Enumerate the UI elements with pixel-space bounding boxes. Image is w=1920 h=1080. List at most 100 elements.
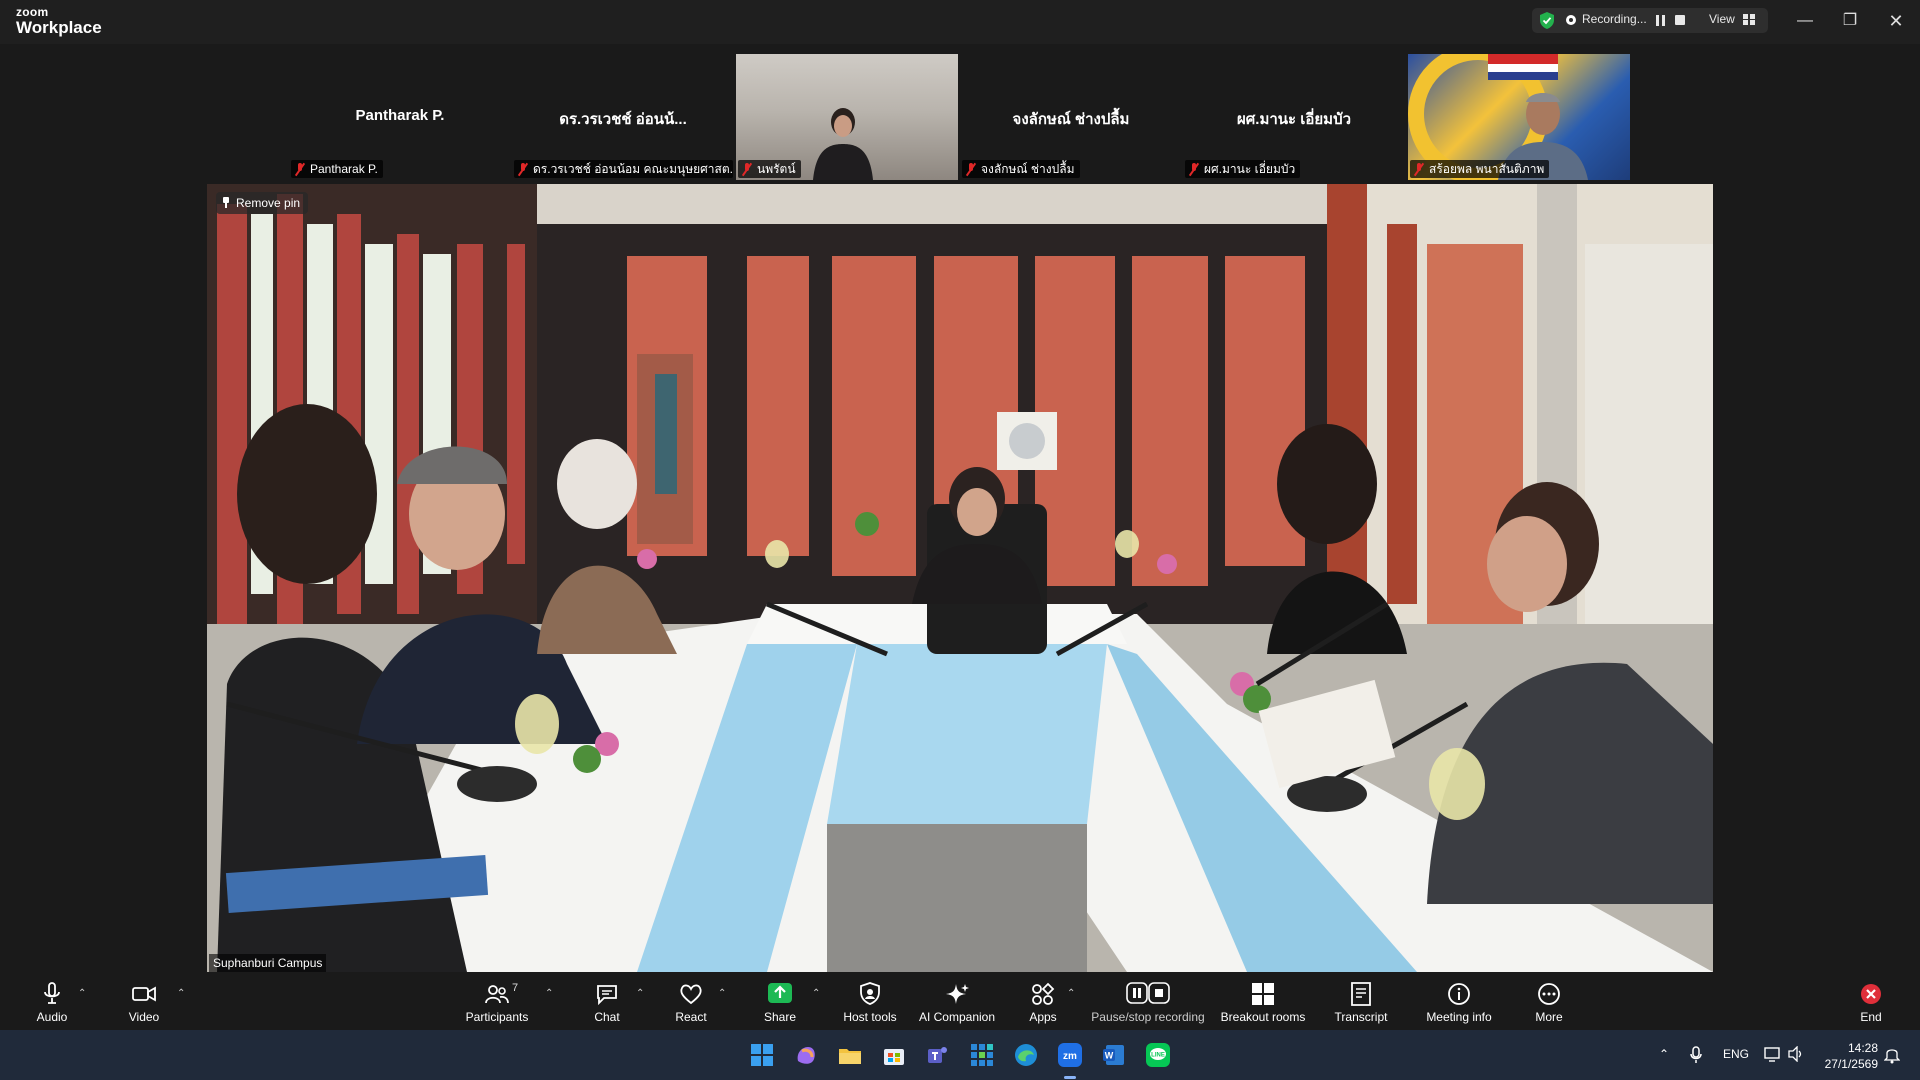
participant-name: ผศ.มานะ เอี่ยมบัว: [1236, 111, 1352, 128]
file-explorer-icon[interactable]: [838, 1043, 862, 1067]
word-icon[interactable]: W: [1102, 1043, 1126, 1067]
video-camera-icon: [132, 986, 156, 1002]
participant-video-tile[interactable]: สร้อยพล พนาสันติภาพ: [1408, 54, 1630, 180]
audio-options-caret-icon[interactable]: ⌃: [78, 988, 86, 999]
logo-top: zoom: [16, 5, 49, 19]
apps-options-caret-icon[interactable]: ⌃: [1067, 988, 1075, 999]
meeting-room-scene: [207, 184, 1713, 972]
speaker-icon[interactable]: [1788, 1046, 1804, 1062]
language-indicator[interactable]: ENG: [1723, 1047, 1749, 1061]
zoom-active-indicator: [1064, 1076, 1076, 1079]
breakout-rooms-label: Breakout rooms: [1220, 1010, 1306, 1024]
react-label: React: [675, 1010, 707, 1024]
view-button[interactable]: View: [1709, 12, 1735, 26]
participants-options-caret-icon[interactable]: ⌃: [545, 988, 553, 999]
end-meeting-button[interactable]: End: [1856, 972, 1886, 1030]
clock-date: 27/1/2569: [1824, 1057, 1878, 1071]
pause-stop-recording-button[interactable]: Pause/stop recording: [1088, 972, 1208, 1030]
zoom-taskbar-icon[interactable]: zm: [1058, 1043, 1082, 1067]
react-options-caret-icon[interactable]: ⌃: [718, 988, 726, 999]
transcript-button[interactable]: Transcript: [1330, 972, 1392, 1030]
remove-pin-button[interactable]: Remove pin: [216, 192, 309, 214]
share-label: Share: [763, 1010, 797, 1024]
participant-tile[interactable]: ดร.วรเวชช์ อ่อนน้... ดร.วรเวชช์ อ่อนน้อม…: [512, 54, 734, 180]
video-options-caret-icon[interactable]: ⌃: [177, 988, 185, 999]
more-button[interactable]: More: [1528, 972, 1570, 1030]
notification-bell-icon[interactable]: [1884, 1046, 1900, 1064]
react-button[interactable]: React: [668, 972, 714, 1030]
chat-button[interactable]: Chat: [585, 972, 629, 1030]
teams-icon[interactable]: [926, 1043, 950, 1067]
meeting-info-label: Meeting info: [1426, 1010, 1492, 1024]
recording-label: Recording...: [1582, 12, 1647, 26]
participant-tag: ผศ.มานะ เอี่ยมบัว: [1185, 160, 1301, 178]
video-button[interactable]: Video: [114, 972, 174, 1030]
end-label: End: [1860, 1010, 1882, 1024]
breakout-rooms-button[interactable]: Breakout rooms: [1218, 972, 1308, 1030]
meeting-info-button[interactable]: Meeting info: [1420, 972, 1498, 1030]
mic-muted-icon: [742, 163, 752, 175]
pause-stop-label: Pause/stop recording: [1091, 1010, 1205, 1024]
participant-tile[interactable]: Pantharak P. Pantharak P.: [289, 54, 511, 180]
pin-icon: [222, 197, 230, 208]
participant-video-tile[interactable]: นพรัตน์: [736, 54, 958, 180]
participant-name: Pantharak P.: [355, 107, 445, 124]
host-tools-label: Host tools: [843, 1010, 897, 1024]
participant-tag: สร้อยพล พนาสันติภาพ: [1410, 160, 1550, 178]
participants-button[interactable]: 7 Participants: [462, 972, 532, 1030]
svg-text:LINE: LINE: [1151, 1053, 1165, 1059]
participant-tile[interactable]: จงลักษณ์ ช่างปลื้ม จงลักษณ์ ช่างปลื้ม: [960, 54, 1182, 180]
pause-recording-icon[interactable]: [1656, 15, 1665, 26]
video-name-tag: Suphanburi Campus: [209, 954, 327, 972]
view-grid-icon[interactable]: [1743, 14, 1755, 25]
tray-chevron-icon[interactable]: ⌃: [1659, 1047, 1669, 1061]
title-bar: zoom Workplace Recording... View — ❐ ✕: [0, 0, 1920, 44]
participant-tag-label: ดร.วรเวชช์ อ่อนน้อม คณะมนุษยศาสต...: [533, 162, 733, 176]
ai-companion-label: AI Companion: [918, 1010, 996, 1024]
svg-text:W: W: [1105, 1051, 1114, 1061]
participant-tag-label: ผศ.มานะ เอี่ยมบัว: [1204, 162, 1296, 176]
microphone-icon: [44, 982, 60, 1004]
pinned-video[interactable]: [207, 184, 1713, 972]
audio-label: Audio: [36, 1010, 68, 1024]
transcript-icon: [1351, 982, 1371, 1006]
microsoft-store-icon[interactable]: [882, 1043, 906, 1067]
encryption-shield-icon[interactable]: [1538, 11, 1556, 30]
minimize-icon[interactable]: —: [1793, 10, 1817, 32]
info-icon: [1448, 983, 1470, 1005]
edge-icon[interactable]: [1014, 1043, 1038, 1067]
share-screen-icon: [768, 983, 792, 1003]
breakout-rooms-icon: [1252, 983, 1274, 1005]
shield-icon: [860, 982, 880, 1005]
pause-stop-icon: [1126, 982, 1170, 1004]
copilot-icon[interactable]: [794, 1043, 818, 1067]
participant-tile[interactable]: ผศ.มานะ เอี่ยมบัว ผศ.มานะ เอี่ยมบัว: [1183, 54, 1405, 180]
line-app-icon[interactable]: LINE: [1146, 1043, 1170, 1067]
share-options-caret-icon[interactable]: ⌃: [812, 988, 820, 999]
tray-microphone-icon[interactable]: [1690, 1046, 1702, 1064]
system-clock[interactable]: 14:28 27/1/2569: [1808, 1040, 1878, 1072]
apps-icon: [1032, 982, 1055, 1005]
restore-icon[interactable]: ❐: [1838, 10, 1862, 32]
recording-icon: [1566, 15, 1576, 25]
share-button[interactable]: Share: [756, 972, 804, 1030]
audio-button[interactable]: Audio: [22, 972, 82, 1030]
participant-tag: นพรัตน์: [738, 160, 801, 178]
ai-companion-button[interactable]: AI Companion: [914, 972, 1000, 1030]
transcript-label: Transcript: [1334, 1010, 1388, 1024]
participant-name: ดร.วรเวชช์ อ่อนน้...: [559, 111, 687, 128]
more-icon: [1538, 983, 1560, 1005]
sparkle-icon: [946, 984, 969, 1004]
office-grid-icon[interactable]: [970, 1043, 994, 1067]
chat-options-caret-icon[interactable]: ⌃: [636, 988, 644, 999]
stop-recording-icon[interactable]: [1675, 15, 1685, 25]
apps-button[interactable]: Apps: [1024, 972, 1062, 1030]
close-icon[interactable]: ✕: [1884, 10, 1908, 32]
host-tools-button[interactable]: Host tools: [838, 972, 902, 1030]
windows-taskbar: zm W LINE ⌃ ENG 14:28 27/1/2569: [0, 1030, 1920, 1080]
svg-text:zm: zm: [1063, 1051, 1077, 1062]
heart-icon: [680, 984, 702, 1005]
windows-start-icon[interactable]: [750, 1043, 774, 1067]
participant-tag-label: สร้อยพล พนาสันติภาพ: [1429, 162, 1545, 176]
network-icon[interactable]: [1764, 1046, 1782, 1062]
